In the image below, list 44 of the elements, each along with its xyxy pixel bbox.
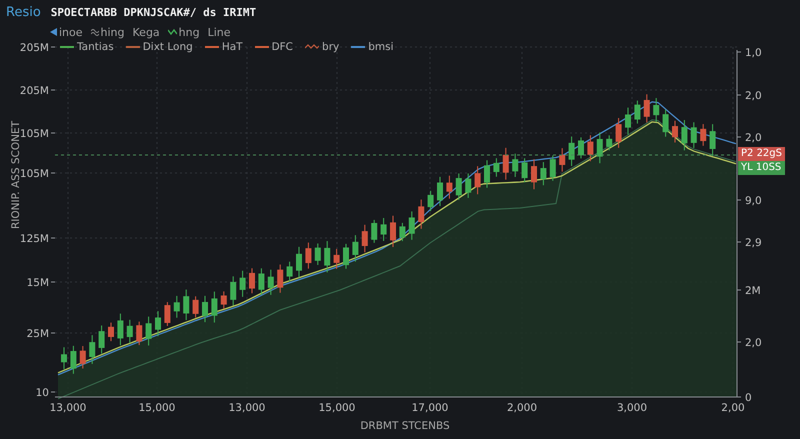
axis-tick-label: 2,00 <box>721 402 745 414</box>
axis-tick-label: 105M <box>20 128 49 140</box>
legend-label: Tantias <box>77 41 114 53</box>
toolbar-button[interactable]: Line <box>208 26 231 38</box>
axis-tick-label: 13,000 <box>228 402 266 414</box>
axis-tick-label: 2,0 <box>745 90 762 102</box>
toolbar-button[interactable]: hng <box>168 26 200 38</box>
legend-label: bry <box>322 41 340 53</box>
axis-tick-label: 2,9 <box>745 237 762 249</box>
axis-tick-label: 2,0 <box>745 337 762 349</box>
price-label: YL 10SS <box>738 161 785 175</box>
app-name: Resio <box>6 4 41 20</box>
axis-tick-label: 2M <box>745 285 761 297</box>
axis-tick-label: 25M <box>26 328 49 340</box>
x-axis-title: DRBMT STCENBS <box>360 420 450 432</box>
axis-tick-label: 105M <box>20 168 49 180</box>
zigzag-icon <box>168 28 177 36</box>
axis-tick-label: 205M <box>20 42 49 54</box>
axis-tick-label: 3,000 <box>616 402 648 414</box>
axis-tick-label: 2,000 <box>506 402 538 414</box>
price-label: P2 22gS <box>738 147 785 161</box>
y-axis-title: RIONIP. ASS SCONET <box>10 121 22 229</box>
legend-label: Dixt Long <box>142 41 193 53</box>
axis-tick-label: 2,0 <box>745 132 762 144</box>
legend-label: HaT <box>222 41 243 53</box>
axis-tick-label: 125M <box>20 233 49 245</box>
axis-tick-label: 15M <box>26 277 49 289</box>
axis-tick-label: 15,000 <box>318 402 356 414</box>
toolbar-button[interactable]: inoe <box>50 26 83 38</box>
axis-tick-label: 17,000 <box>412 402 448 414</box>
axis-tick-label: 0 <box>745 392 752 404</box>
wave-icon <box>90 28 99 36</box>
legend-label: bmsi <box>368 41 394 53</box>
axis-tick-label: 205M <box>20 85 49 97</box>
axis-tick-label: 9,0 <box>745 195 762 207</box>
chart-title: SPOECTARBB DPKNJSCAK#/ ds IRIMT <box>50 6 256 18</box>
legend-label: DFC <box>272 41 294 53</box>
axis-tick-label: 10 <box>36 387 49 399</box>
axis-tick-label: 1,0 <box>745 47 762 59</box>
axis-tick-label: 13,000 <box>50 402 86 414</box>
triangle-left-icon <box>50 28 57 36</box>
toolbar-button[interactable]: hing <box>90 26 125 38</box>
toolbar-button[interactable]: Kega <box>132 26 160 38</box>
axis-tick-label: 15,000 <box>138 402 176 414</box>
